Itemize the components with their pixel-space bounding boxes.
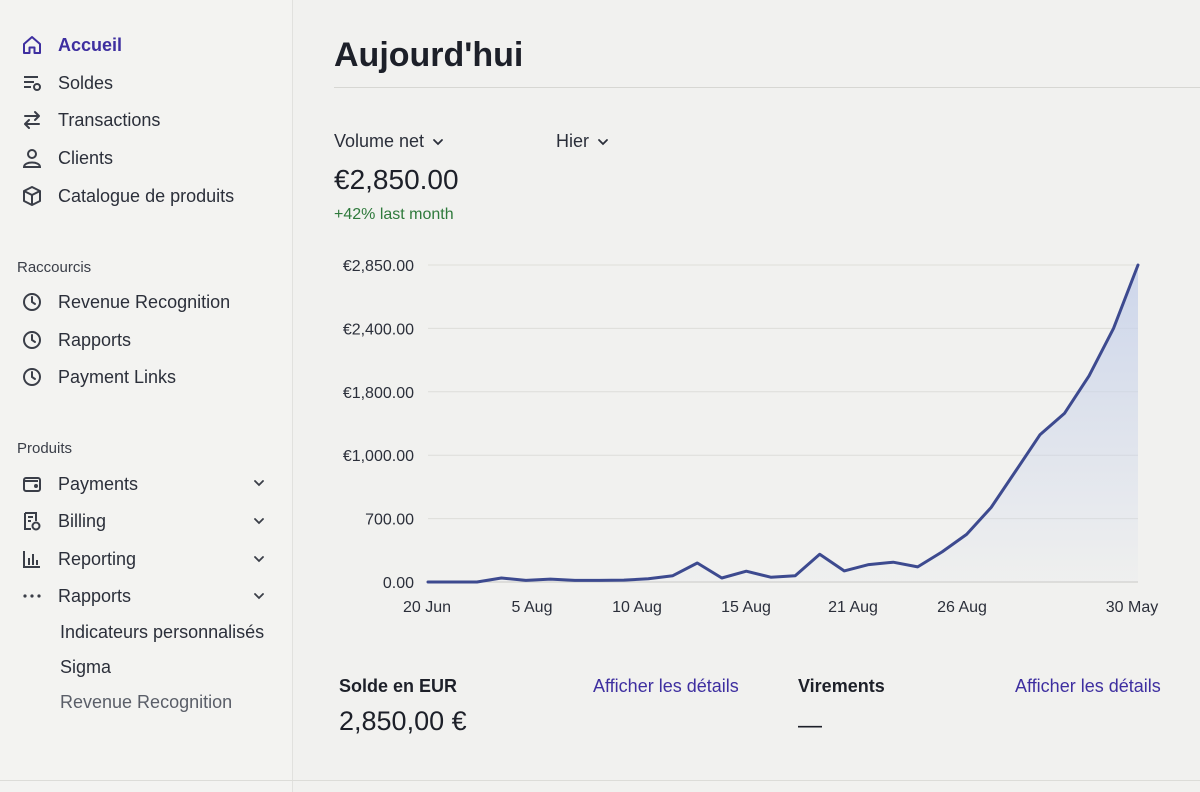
y-tick-label: €2,400.00 (343, 321, 414, 338)
sidebar-item-label: Payments (58, 473, 139, 494)
y-tick-label: 700.00 (365, 512, 414, 529)
chevron-down-icon[interactable] (250, 512, 268, 530)
sidebar-item-accueil[interactable]: Accueil (20, 30, 122, 60)
net-volume-value: €2,850.00 (334, 164, 459, 195)
sidebar-item-rapports-shortcut[interactable]: Rapports (20, 325, 131, 355)
balance-label: Solde en EUR (339, 676, 458, 696)
x-tick-label: 21 Aug (828, 599, 878, 616)
metric-dropdown[interactable]: Volume net (334, 131, 444, 152)
x-tick-label: 15 Aug (721, 599, 771, 616)
divider (334, 87, 1200, 88)
sidebar-item-label: Revenue Recognition (58, 291, 231, 312)
sidebar-item-label: Rapports (58, 585, 132, 606)
sidebar-item-payments[interactable]: Payments (20, 469, 138, 499)
clock-icon (20, 328, 44, 352)
x-tick-label: 5 Aug (512, 599, 553, 616)
person-icon (20, 146, 44, 170)
net-volume-chart: 0.00 700.00 €1,000.00 €1,800.00 €2,400.00 €2,… (294, 250, 1200, 630)
sidebar-item-clients[interactable]: Clients (20, 143, 113, 173)
balances-icon (20, 71, 44, 95)
sidebar-item-label: Rapports (58, 329, 132, 350)
x-tick-label: 20 Jun (403, 599, 451, 616)
sidebar-item-reporting[interactable]: Reporting (20, 544, 136, 574)
transfers-label: Virements (798, 676, 885, 696)
shortcuts-section-title: Raccourcis (17, 259, 92, 276)
sidebar-item-label: Transactions (58, 109, 161, 130)
balance-value: 2,850,00 € (339, 706, 467, 736)
sidebar-item-soldes[interactable]: Soldes (20, 68, 113, 98)
sidebar-item-label: Reporting (58, 548, 137, 569)
home-icon (20, 33, 44, 57)
page-title: Aujourd'hui (334, 36, 524, 74)
sidebar-subitem-revenue-recognition[interactable]: Revenue Recognition (60, 692, 232, 713)
chevron-down-icon[interactable] (250, 587, 268, 605)
invoice-icon (20, 509, 44, 533)
chevron-down-icon (433, 138, 443, 145)
metric-dropdown-label: Volume net (334, 131, 425, 151)
bar-chart-icon (20, 547, 44, 571)
chevron-down-icon (598, 138, 608, 145)
period-dropdown-label: Hier (556, 131, 590, 151)
clock-icon (20, 290, 44, 314)
sidebar-item-billing[interactable]: Billing (20, 506, 106, 536)
divider (0, 780, 1200, 781)
x-tick-label: 26 Aug (937, 599, 987, 616)
transfers-value: — (798, 712, 822, 739)
sidebar-item-payment-links[interactable]: Payment Links (20, 362, 176, 392)
products-section-title: Produits (17, 440, 73, 457)
delta-indicator: +42% last month (334, 206, 454, 223)
sidebar-item-label: Catalogue de produits (58, 185, 235, 206)
transfers-details-link[interactable]: Afficher les détails (1015, 676, 1161, 697)
balance-details-link[interactable]: Afficher les détails (593, 676, 739, 697)
chart-svg: 0.00 700.00 €1,000.00 €1,800.00 €2,400.00 €2,… (343, 258, 1158, 616)
sidebar-item-revenue-recognition[interactable]: Revenue Recognition (20, 287, 230, 317)
sidebar-item-label: Accueil (58, 34, 123, 55)
sidebar-item-label: Billing (58, 510, 107, 531)
more-dots-icon (20, 584, 44, 608)
chevron-down-icon[interactable] (250, 474, 268, 492)
period-dropdown[interactable]: Hier (556, 131, 609, 152)
box-icon (20, 184, 44, 208)
sidebar-subitem-sigma[interactable]: Sigma (60, 657, 111, 678)
y-tick-label: 0.00 (383, 575, 414, 592)
sidebar-item-transactions[interactable]: Transactions (20, 105, 160, 135)
sidebar-item-catalogue[interactable]: Catalogue de produits (20, 181, 234, 211)
clock-icon (20, 365, 44, 389)
wallet-icon (20, 472, 44, 496)
y-tick-label: €1,800.00 (343, 385, 414, 402)
y-tick-label: €2,850.00 (343, 258, 414, 275)
series-area (428, 265, 1138, 582)
sidebar-item-rapports[interactable]: Rapports (20, 581, 131, 611)
sidebar-subitem-indicateurs[interactable]: Indicateurs personnalisés (60, 622, 264, 643)
x-tick-label: 30 May (1106, 599, 1158, 616)
main-content: Aujourd'hui Volume net Hier €2,850.00 +4… (294, 0, 1200, 792)
sidebar-item-label: Soldes (58, 72, 114, 93)
y-tick-label: €1,000.00 (343, 448, 414, 465)
x-tick-label: 10 Aug (612, 599, 662, 616)
sidebar-item-label: Clients (58, 147, 114, 168)
chevron-down-icon[interactable] (250, 550, 268, 568)
sidebar-item-label: Payment Links (58, 366, 177, 387)
transfer-arrows-icon (20, 108, 44, 132)
sidebar: Accueil Soldes Transactions Clients Cata… (0, 0, 293, 792)
